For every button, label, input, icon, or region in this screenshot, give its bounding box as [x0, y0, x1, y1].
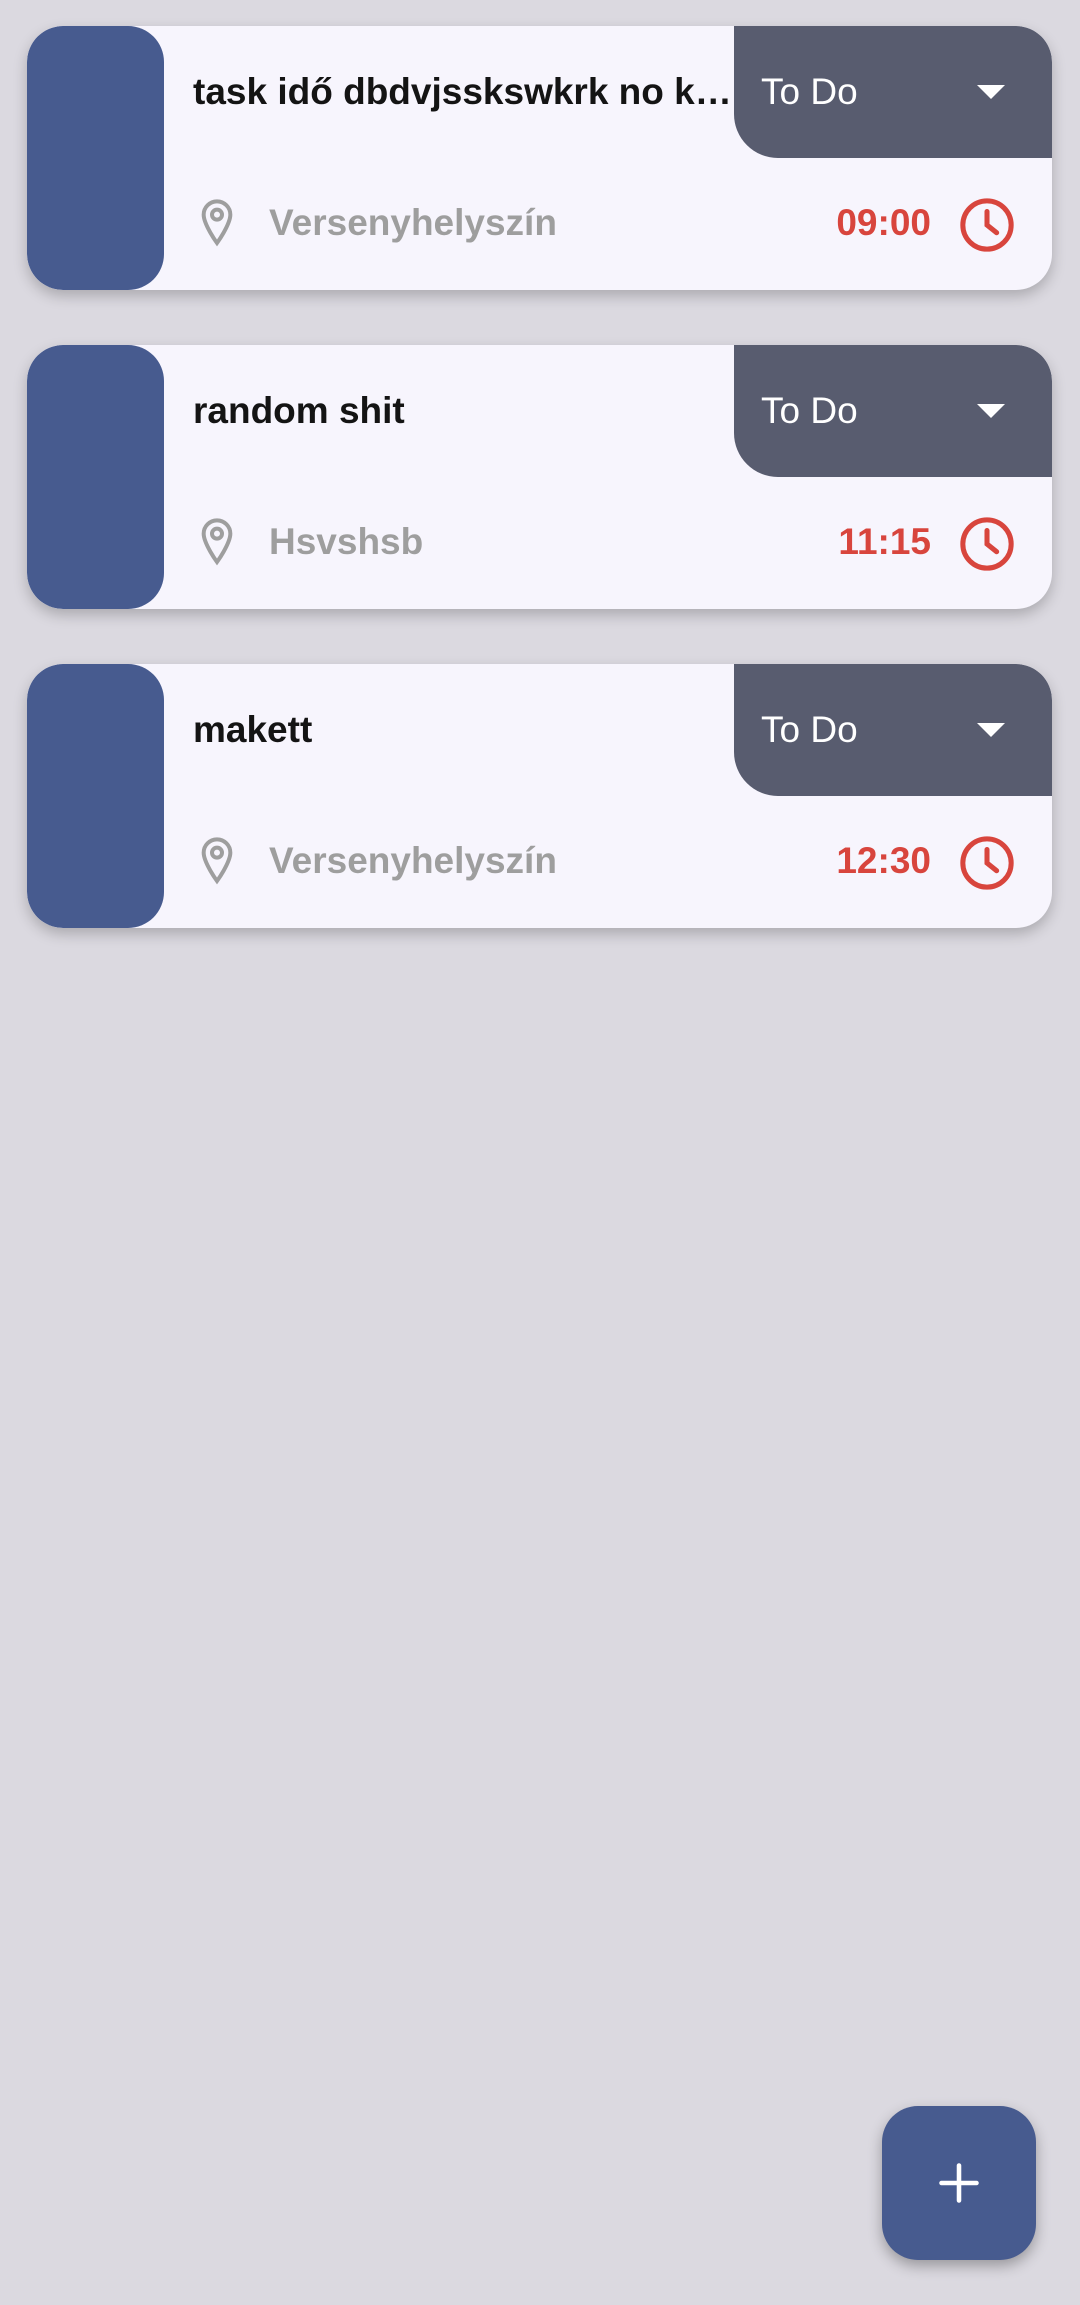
task-location: Versenyhelyszín [269, 840, 557, 881]
task-title: makett [193, 709, 313, 750]
task-list: task idő dbdvjsskswkrk no k… To Do Verse… [27, 26, 1052, 983]
task-title: random shit [193, 390, 405, 431]
add-task-button[interactable] [882, 2106, 1036, 2260]
task-location: Hsvshsb [269, 521, 424, 562]
task-color-strip [27, 664, 164, 928]
status-label: To Do [761, 709, 858, 750]
clock-icon [960, 836, 1014, 890]
clock-icon [960, 517, 1014, 571]
chevron-down-icon [977, 723, 1005, 737]
chevron-down-icon [977, 85, 1005, 99]
plus-icon [939, 2163, 979, 2203]
task-time: 11:15 [838, 521, 931, 562]
task-card[interactable]: random shit To Do Hsvshsb 11:15 [27, 345, 1052, 609]
chevron-down-icon [977, 404, 1005, 418]
status-dropdown[interactable]: To Do [734, 345, 1052, 477]
task-card[interactable]: makett To Do Versenyhelyszín 12:30 [27, 664, 1052, 928]
status-label: To Do [761, 71, 858, 112]
status-dropdown[interactable]: To Do [734, 26, 1052, 158]
location-pin-icon [201, 199, 233, 247]
clock-icon [960, 198, 1014, 252]
task-time: 12:30 [836, 840, 931, 881]
task-color-strip [27, 26, 164, 290]
location-pin-icon [201, 518, 233, 566]
status-dropdown[interactable]: To Do [734, 664, 1052, 796]
task-title: task idő dbdvjsskswkrk no k… [193, 71, 732, 112]
status-label: To Do [761, 390, 858, 431]
location-pin-icon [201, 837, 233, 885]
task-card[interactable]: task idő dbdvjsskswkrk no k… To Do Verse… [27, 26, 1052, 290]
task-location: Versenyhelyszín [269, 202, 557, 243]
task-color-strip [27, 345, 164, 609]
task-time: 09:00 [836, 202, 931, 243]
